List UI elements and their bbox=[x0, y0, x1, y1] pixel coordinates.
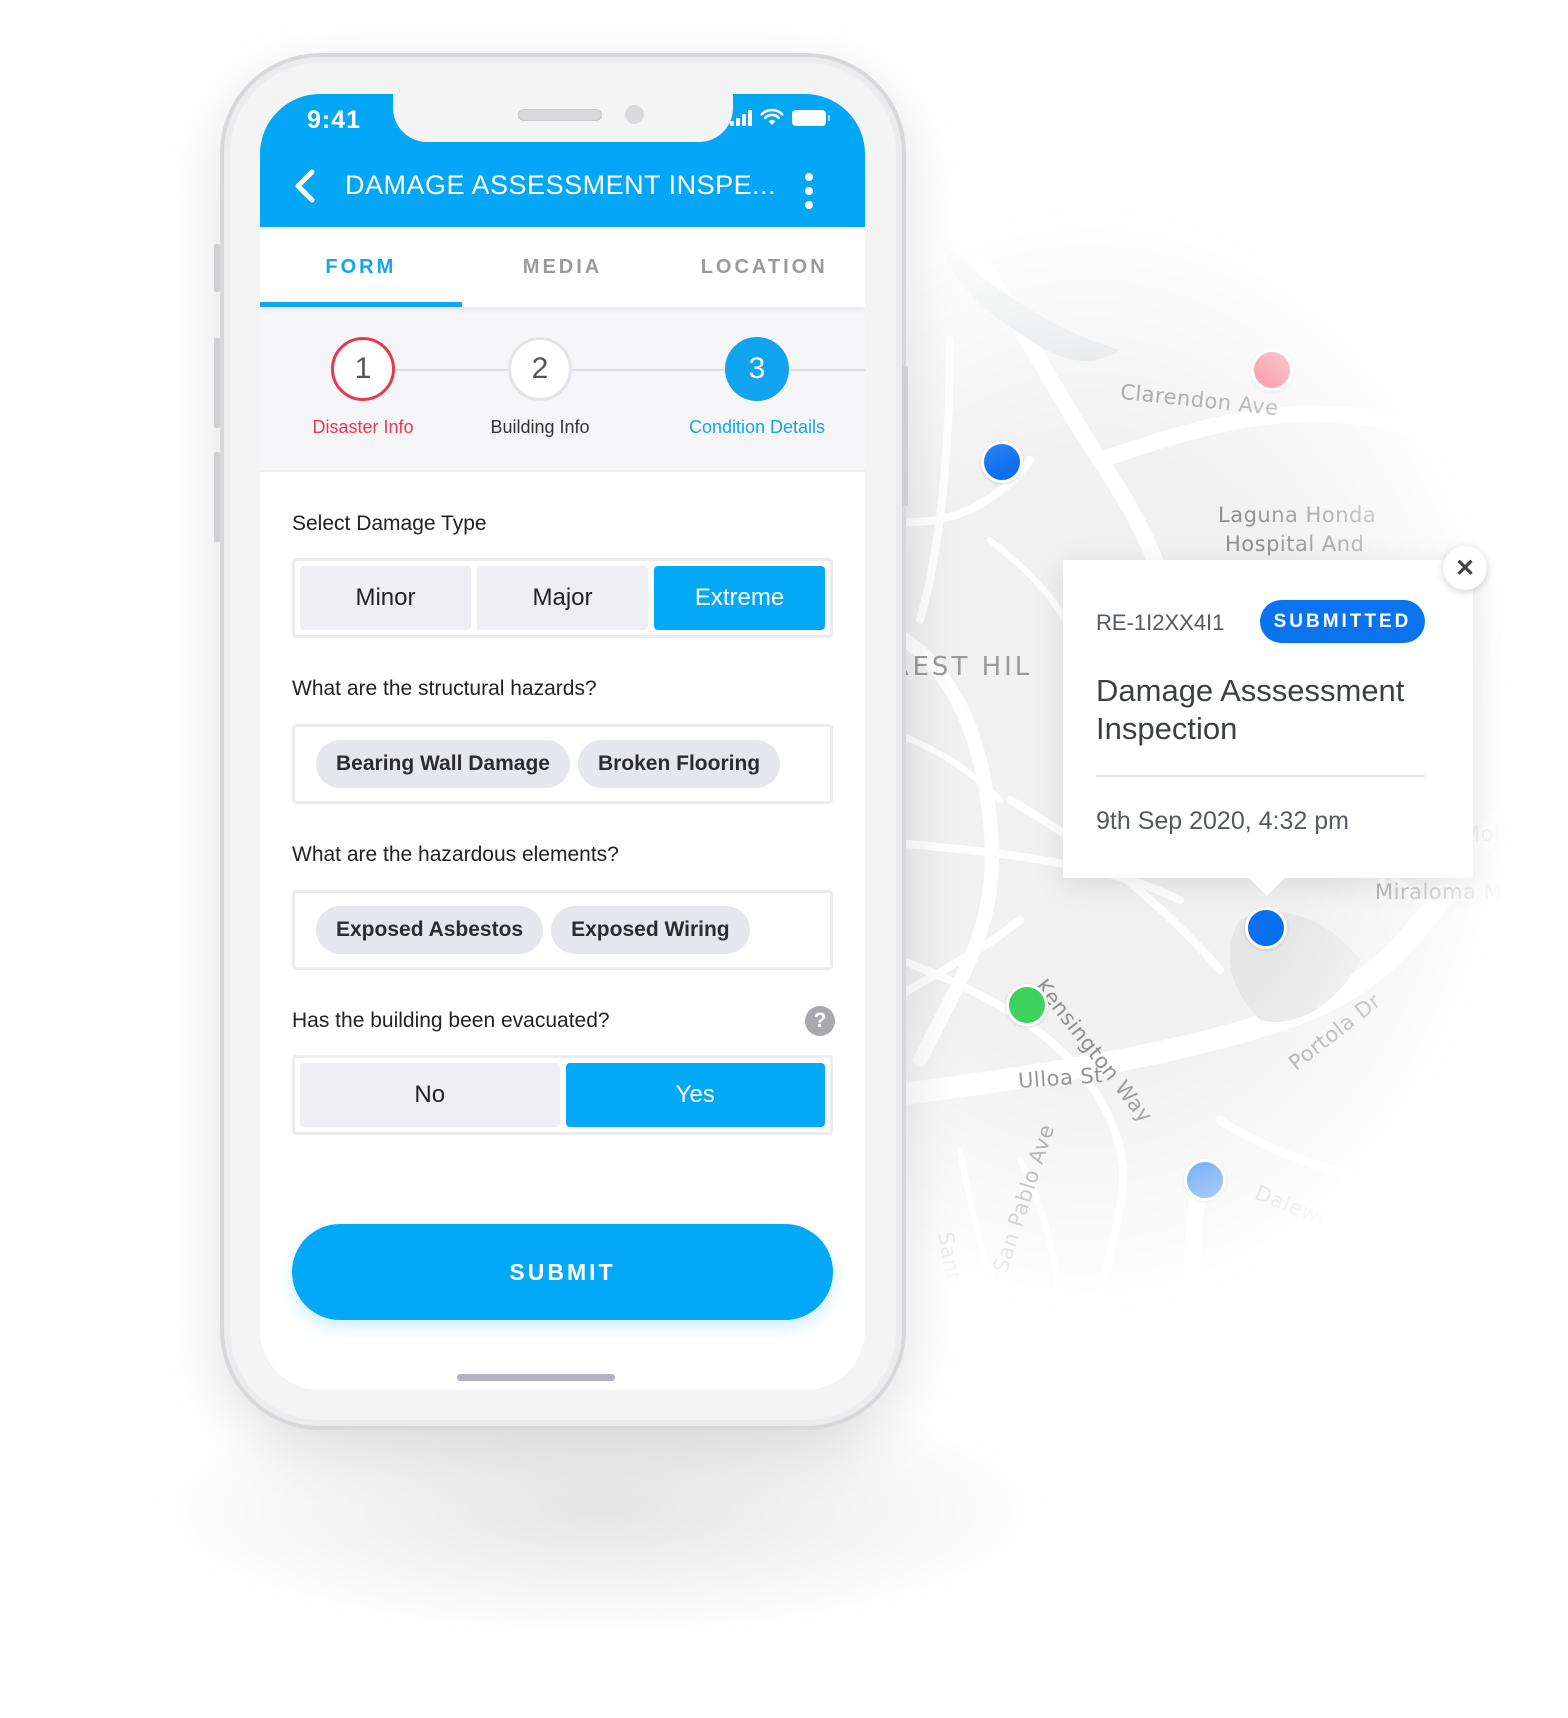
phone-speaker bbox=[518, 109, 602, 121]
phone-volume-down bbox=[214, 452, 220, 542]
step-number: 1 bbox=[331, 337, 395, 401]
wifi-icon bbox=[760, 108, 784, 125]
map-label-hospital: Hospital And bbox=[1225, 532, 1365, 556]
phone-camera bbox=[625, 105, 644, 124]
tab-bar: FORM MEDIA LOCATION bbox=[260, 227, 865, 307]
inspection-popup-card[interactable]: ✕ RE-1I2XX4I1 SUBMITTED Damage Asssessme… bbox=[1063, 546, 1487, 896]
status-time: 9:41 bbox=[307, 106, 362, 134]
battery-icon bbox=[792, 110, 830, 126]
chip-exposed-asbestos[interactable]: Exposed Asbestos bbox=[316, 906, 544, 954]
chip-bearing-wall-damage[interactable]: Bearing Wall Damage bbox=[316, 740, 570, 788]
signal-icon bbox=[730, 110, 752, 126]
popup-pointer bbox=[1249, 878, 1285, 896]
close-icon: ✕ bbox=[1454, 554, 1476, 582]
status-badge: SUBMITTED bbox=[1260, 600, 1425, 643]
inspection-date: 9th Sep 2020, 4:32 pm bbox=[1096, 807, 1349, 835]
damage-type-major[interactable]: Major bbox=[477, 566, 648, 630]
step-label: Building Info bbox=[490, 417, 590, 437]
damage-type-minor[interactable]: Minor bbox=[300, 566, 471, 630]
chip-broken-flooring[interactable]: Broken Flooring bbox=[577, 740, 781, 788]
question-circle-icon[interactable]: ? bbox=[805, 1006, 835, 1036]
map-label-robin: Robi bbox=[1235, 1300, 1283, 1324]
map-pin-blue-selected[interactable] bbox=[1245, 907, 1287, 949]
more-options-button[interactable] bbox=[803, 173, 815, 209]
map-pin-green[interactable] bbox=[1006, 984, 1048, 1026]
map-pin-blue[interactable] bbox=[981, 441, 1023, 483]
tab-media[interactable]: MEDIA bbox=[462, 227, 664, 307]
evacuated-label: Has the building been evacuated? bbox=[292, 1009, 610, 1032]
phone-volume-up bbox=[214, 338, 220, 428]
tab-form[interactable]: FORM bbox=[260, 227, 462, 307]
inspection-reference-id: RE-1I2XX4I1 bbox=[1096, 610, 1225, 635]
app-bar-title: DAMAGE ASSESSMENT INSPE... bbox=[345, 170, 777, 200]
step-number: 2 bbox=[508, 337, 572, 401]
map-label-laguna-honda: Laguna Honda bbox=[1218, 503, 1377, 527]
submit-button[interactable]: SUBMIT bbox=[292, 1224, 833, 1320]
evacuated-selector: No Yes bbox=[292, 1055, 833, 1135]
step-condition-details[interactable]: 3 Condition Details bbox=[657, 337, 857, 438]
map-label-ag: Ag bbox=[1500, 980, 1529, 1004]
phone-mute-switch bbox=[214, 244, 220, 292]
evacuated-yes[interactable]: Yes bbox=[565, 1063, 825, 1127]
more-vertical-icon bbox=[805, 173, 813, 181]
map-label-mollie: Mollie St bbox=[1462, 822, 1557, 846]
structural-hazards-label: What are the structural hazards? bbox=[292, 677, 597, 700]
damage-type-extreme[interactable]: Extreme bbox=[654, 566, 825, 630]
damage-type-selector: Minor Major Extreme bbox=[292, 558, 833, 638]
step-number: 3 bbox=[725, 337, 789, 401]
map-pin-red[interactable] bbox=[1251, 349, 1293, 391]
chip-exposed-wiring[interactable]: Exposed Wiring bbox=[551, 906, 750, 954]
step-disaster-info[interactable]: 1 Disaster Info bbox=[263, 337, 463, 438]
hazardous-elements-label: What are the hazardous elements? bbox=[292, 843, 619, 866]
map-label-miraloma: Miraloma Marke bbox=[1375, 880, 1551, 904]
step-label: Disaster Info bbox=[312, 417, 414, 437]
inspection-title[interactable]: Damage Asssessment Inspection bbox=[1096, 672, 1436, 748]
home-indicator[interactable] bbox=[457, 1374, 615, 1381]
step-label: Condition Details bbox=[688, 417, 826, 437]
chevron-left-icon bbox=[295, 169, 315, 203]
damage-type-label: Select Damage Type bbox=[292, 512, 487, 535]
structural-hazards-field[interactable]: Bearing Wall Damage Broken Flooring bbox=[292, 724, 833, 804]
phone-screen: 9:41 DAMAGE ASSESSMENT INSPE... FORM MED… bbox=[260, 94, 865, 1390]
phone-power-button bbox=[902, 366, 908, 506]
close-popup-button[interactable]: ✕ bbox=[1443, 546, 1487, 590]
back-button[interactable] bbox=[290, 166, 320, 206]
tab-location[interactable]: LOCATION bbox=[663, 227, 865, 307]
hazardous-elements-field[interactable]: Exposed Asbestos Exposed Wiring bbox=[292, 890, 833, 970]
progress-stepper: 1 Disaster Info 2 Building Info 3 Condit… bbox=[260, 307, 865, 472]
step-building-info[interactable]: 2 Building Info bbox=[440, 337, 640, 438]
evacuated-no[interactable]: No bbox=[300, 1063, 560, 1127]
popup-divider bbox=[1096, 775, 1425, 777]
map-pin-blue[interactable] bbox=[1184, 1159, 1226, 1201]
status-icons bbox=[730, 108, 830, 126]
